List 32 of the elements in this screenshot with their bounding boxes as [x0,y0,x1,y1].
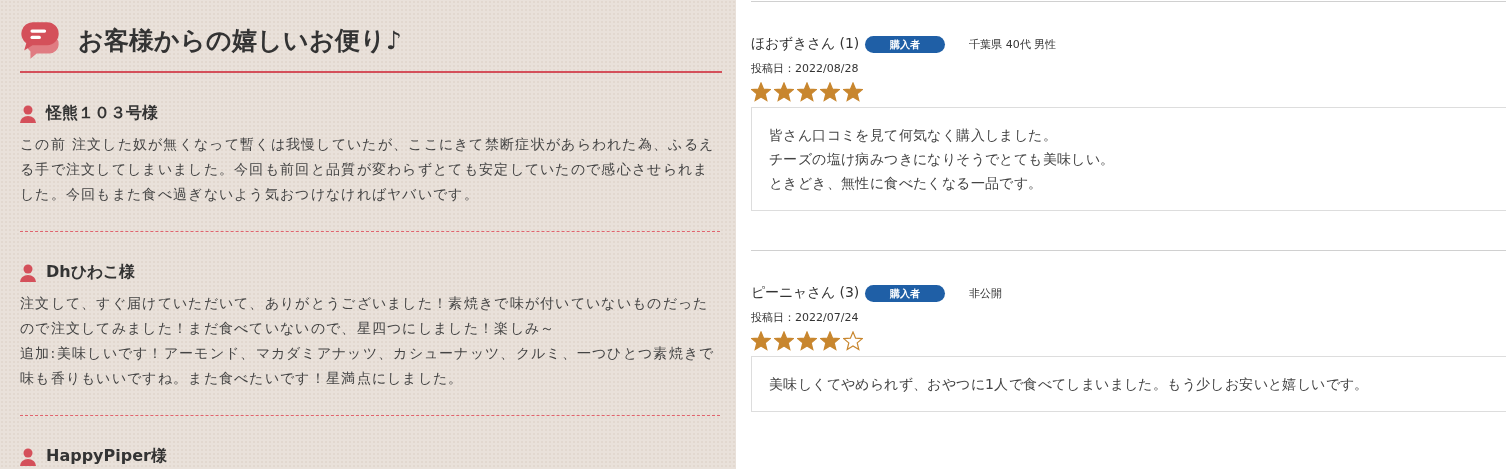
reviewer-name: ピーニャさん (3) [751,284,860,302]
star-icon [797,331,817,351]
customer-name: HappyPiper様 [46,446,167,467]
reviewer-profile: 千葉県 40代 男性 [969,36,1057,52]
post-date: 投稿日：2022/08/28 [751,61,860,76]
buyer-badge: 購入者 [865,35,946,53]
star-icon [820,331,840,351]
review-text: チーズの塩け病みつきになりそうでとても美味しい。 [769,150,1116,169]
star-icon [820,82,840,102]
person-icon [20,447,36,466]
review-text: 追加:美味しいです！アーモンド、マカダミアナッツ、カシューナッツ、クルミ、一つひとつ素焼きで味も香りもいいですね。また食べたいです！星満点にしました。 [20,344,716,388]
person-icon [20,263,36,282]
review-text: 皆さん口コミを見て何気なく購入しました。 [769,126,1058,145]
review-text: 美味しくてやめられず、おやつに1人で食べてしまいました。もう少しお安いと嬉しいです。 [769,375,1370,394]
empty-star-icon [843,331,863,351]
customer-name: 怪熊１０３号様 [46,103,158,124]
star-icon [774,331,794,351]
buyer-badge: 購入者 [865,284,946,302]
star-icon [751,82,771,102]
reviewer-name: ほおずきさん (1) [751,35,860,53]
star-icon [843,82,863,102]
star-icon [751,331,771,351]
person-icon [20,104,36,123]
star-icon [797,82,817,102]
review-text: この前 注文した奴が無くなって暫くは我慢していたが、ここにきて禁断症状があらわれた為、ふるえる手で注文してしまいました。今回も前回と品質が変わらずとても安定していたので感心させられました。今回もまた食べ過ぎないよう気おつけなければヤバいです。 [20,135,716,204]
section-title: お客様からの嬉しいお便り♪ [78,24,402,57]
review-text: 注文して、すぐ届けていただいて、ありがとうございました！素焼きで味が付いていないものだったので注文してみました！まだ食べていないので、星四つにしました！楽しみ～ [20,294,710,338]
reviewer-profile: 非公開 [969,285,1003,301]
star-icon [774,82,794,102]
post-date: 投稿日：2022/07/24 [751,310,860,325]
review-text: ときどき、無性に食べたくなる一品です。 [769,174,1044,193]
customer-name: Dhひわこ様 [46,262,135,283]
